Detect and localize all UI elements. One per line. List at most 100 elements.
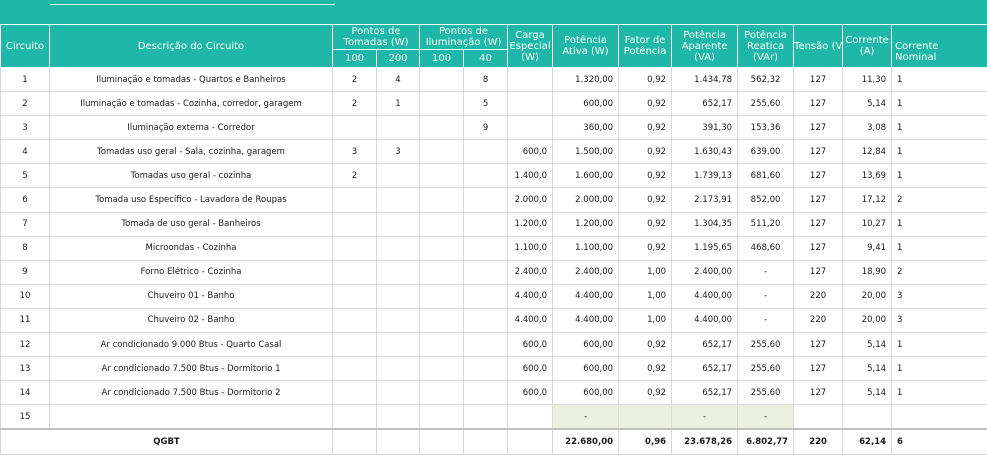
cell-preativa: - — [737, 307, 795, 334]
table-body: 1 Iluminação e tomadas - Quartos e Banhei… — [0, 66, 987, 430]
cell-circuito: 8 — [0, 235, 50, 261]
cell-corrente: 5,14 — [842, 332, 893, 358]
cell-circuito: 10 — [0, 283, 50, 309]
cell-corrente: 11,30 — [842, 66, 893, 93]
header-potencia-ativa: Potência Ativa (W) — [552, 24, 620, 68]
cell-tensao: 127 — [793, 163, 844, 189]
total-cell-empty — [463, 428, 509, 455]
cell-pativa: 2.000,00 — [552, 187, 620, 213]
cell-pativa: 4.400,00 — [552, 307, 620, 334]
cell-i40 — [463, 259, 509, 285]
cell-fp: 0,92 — [618, 187, 673, 213]
table-row: 10 Chuveiro 01 - Banho 4.400,0 4.400,00 1,00… — [0, 283, 987, 309]
cell-descricao: Chuveiro 01 - Banho — [49, 283, 333, 309]
total-corrente-nominal: 6 — [891, 428, 987, 455]
header-carga-especial: Carga Especial (W) — [507, 24, 554, 68]
cell-t200: 1 — [375, 91, 421, 117]
cell-t100: 3 — [332, 139, 377, 165]
cell-descricao: Chuveiro 02 - Banho — [49, 307, 333, 334]
cell-t100 — [332, 307, 377, 334]
cell-nominal: 1 — [891, 139, 987, 165]
cell-i100 — [419, 380, 465, 406]
cell-i40 — [463, 139, 509, 165]
cell-paparente: 652,17 — [671, 332, 739, 358]
cell-tensao — [793, 404, 844, 430]
cell-fp: 0,92 — [618, 115, 673, 141]
cell-carga: 2.000,0 — [507, 187, 554, 213]
cell-i40 — [463, 235, 509, 261]
cell-i40 — [463, 163, 509, 189]
cell-t200 — [375, 404, 421, 430]
cell-nominal: 1 — [891, 115, 987, 141]
cell-nominal: 2 — [891, 259, 987, 285]
cell-carga — [507, 115, 554, 141]
cell-paparente: 1.434,78 — [671, 66, 739, 93]
header-tensao: Tensão (V) — [793, 24, 844, 68]
cell-corrente: 13,69 — [842, 163, 893, 189]
cell-i40 — [463, 380, 509, 406]
cell-paparente: 652,17 — [671, 91, 739, 117]
total-fator-potencia: 0,96 — [618, 428, 673, 455]
header-corrente-nominal: Corrente Nominal — [891, 24, 987, 68]
cell-fp: 0,92 — [618, 211, 673, 237]
cell-tensao: 127 — [793, 235, 844, 261]
table-row: 8 Microondas - Cozinha 1.100,0 1.100,00 0,92… — [0, 235, 987, 261]
cell-i100 — [419, 356, 465, 382]
cell-paparente: 2.400,00 — [671, 259, 739, 285]
cell-pativa: 600,00 — [552, 380, 620, 406]
cell-preativa: 255,60 — [737, 91, 795, 117]
cell-i100 — [419, 404, 465, 430]
cell-t200: 3 — [375, 139, 421, 165]
cell-preativa: - — [737, 283, 795, 309]
cell-paparente: 4.400,00 — [671, 283, 739, 309]
cell-t200 — [375, 163, 421, 189]
cell-descricao: Forno Elétrico - Cozinha — [49, 259, 333, 285]
total-corrente: 62,14 — [842, 428, 893, 455]
cell-pativa: 1.100,00 — [552, 235, 620, 261]
table-row: 14 Ar condicionado 7.500 Btus - Dormitori… — [0, 380, 987, 406]
cell-carga: 4.400,0 — [507, 307, 554, 334]
total-cell-empty — [332, 428, 377, 455]
cell-descricao: Tomada de uso geral - Banheiros — [49, 211, 333, 237]
cell-fp: 1,00 — [618, 283, 673, 309]
cell-preativa: 562,32 — [737, 66, 795, 93]
cell-circuito: 9 — [0, 259, 50, 285]
cell-circuito: 5 — [0, 163, 50, 189]
cell-i40 — [463, 404, 509, 430]
cell-nominal: 2 — [891, 187, 987, 213]
cell-descricao: Ar condicionado 7.500 Btus - Dormitorio … — [49, 380, 333, 406]
header-potencia-reativa: Potência Reatica (VAr) — [737, 24, 795, 68]
cell-corrente: 3,08 — [842, 115, 893, 141]
header-circuito: Circuito — [0, 24, 50, 68]
cell-carga: 1.100,0 — [507, 235, 554, 261]
table-row: 11 Chuveiro 02 - Banho 4.400,0 4.400,00 1,00… — [0, 307, 987, 334]
cell-pativa: 360,00 — [552, 115, 620, 141]
total-label: QGBT — [0, 428, 333, 455]
cell-t200 — [375, 187, 421, 213]
cell-i100 — [419, 235, 465, 261]
cell-descricao: Tomada uso Específico - Lavadora de Roup… — [49, 187, 333, 213]
cell-preativa: 681,60 — [737, 163, 795, 189]
total-cell-empty — [375, 428, 421, 455]
header-fator-potencia: Fator de Potência — [618, 24, 673, 68]
table-row: 15- - - — [0, 404, 987, 430]
cell-nominal: 1 — [891, 235, 987, 261]
cell-tensao: 127 — [793, 66, 844, 93]
cell-carga — [507, 66, 554, 93]
table-row: 5 Tomadas uso geral - cozinha 2 1.400,0 1.60… — [0, 163, 987, 189]
cell-paparente: 1.630,43 — [671, 139, 739, 165]
cell-t100 — [332, 259, 377, 285]
cell-t100 — [332, 283, 377, 309]
cell-tensao: 127 — [793, 356, 844, 382]
cell-i100 — [419, 211, 465, 237]
cell-t200 — [375, 307, 421, 334]
cell-i100 — [419, 332, 465, 358]
cell-tensao: 127 — [793, 332, 844, 358]
cell-i40 — [463, 356, 509, 382]
cell-corrente: 10,27 — [842, 211, 893, 237]
cell-fp: 0,92 — [618, 139, 673, 165]
cell-paparente: 1.739,13 — [671, 163, 739, 189]
cell-pativa: 1.320,00 — [552, 66, 620, 93]
cell-corrente: 9,41 — [842, 235, 893, 261]
cell-nominal: 3 — [891, 307, 987, 334]
